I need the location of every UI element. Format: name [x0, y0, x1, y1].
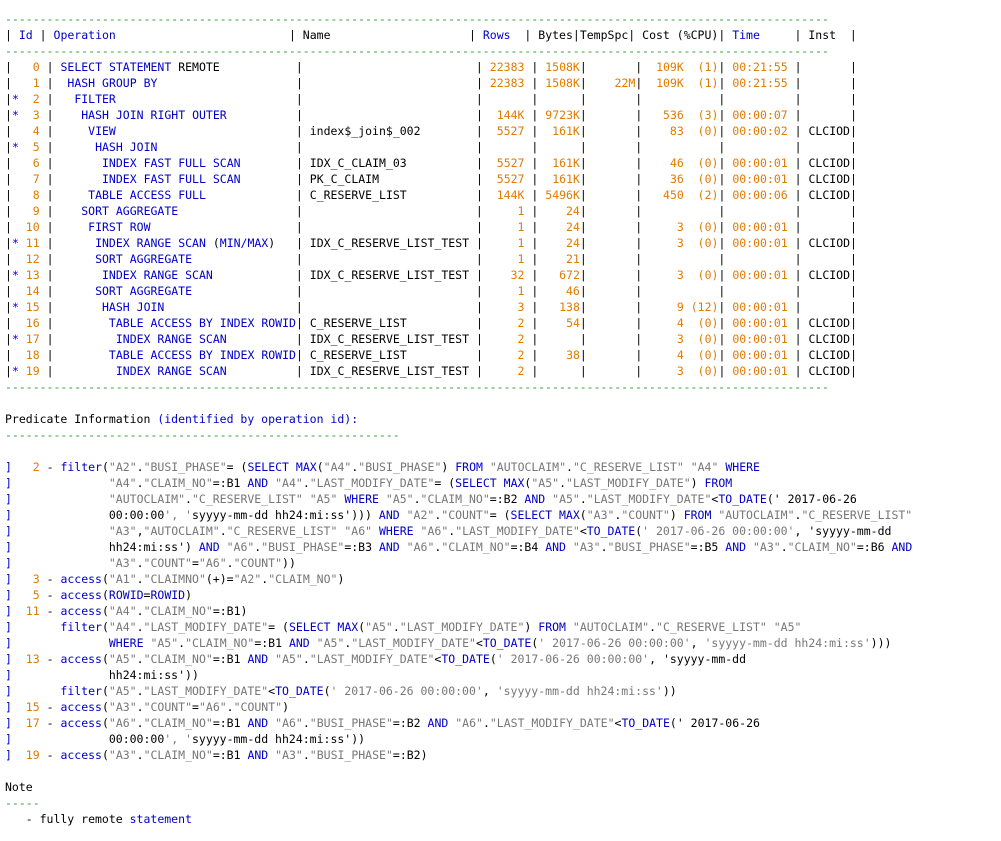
plan-header-row: | Id | Operation | Name | Rows | Bytes|T…: [5, 28, 857, 42]
predicate-line: ] hh24:mi:ss')): [5, 668, 199, 682]
note-underline: -----: [5, 796, 40, 810]
plan-row: |* 15 | HASH JOIN | | 3 | 138| | 9 (12)|…: [5, 300, 857, 314]
plan-row: | 6 | INDEX FAST FULL SCAN | IDX_C_CLAIM…: [5, 156, 857, 170]
predicate-title: Predicate Information (identified by ope…: [5, 412, 359, 426]
predicate-line: ] 15 - access("A3"."COUNT"="A6"."COUNT"): [5, 700, 290, 714]
plan-row: |* 13 | INDEX RANGE SCAN | IDX_C_RESERVE…: [5, 268, 857, 282]
plan-row: | 8 | TABLE ACCESS FULL | C_RESERVE_LIST…: [5, 188, 857, 202]
plan-row: | 9 | SORT AGGREGATE | | 1 | 24| | | | |: [5, 204, 857, 218]
predicate-line: ] 5 - access(ROWID=ROWID): [5, 588, 193, 602]
plan-separator-bottom: ----------------------------------------…: [5, 380, 829, 394]
plan-row: | 18 | TABLE ACCESS BY INDEX ROWID| C_RE…: [5, 348, 857, 362]
note-title: Note: [5, 780, 33, 794]
predicate-line: ] WHERE "A5"."CLAIM_NO"=:B1 AND "A5"."LA…: [5, 636, 892, 650]
plan-separator-header: ----------------------------------------…: [5, 44, 829, 58]
predicate-line: ] filter("A4"."LAST_MODIFY_DATE"= (SELEC…: [5, 620, 802, 634]
plan-row: | 0 | SELECT STATEMENT REMOTE | | 22383 …: [5, 60, 857, 74]
plan-row: | 1 | HASH GROUP BY | | 22383 | 1508K| 2…: [5, 76, 857, 90]
plan-row: | 14 | SORT AGGREGATE | | 1 | 46| | | | …: [5, 284, 857, 298]
predicate-line: ] "A3","AUTOCLAIM"."C_RESERVE_LIST" "A6"…: [5, 524, 892, 538]
predicate-line: ] "AUTOCLAIM"."C_RESERVE_LIST" "A5" WHER…: [5, 492, 857, 506]
predicate-line: ] filter("A5"."LAST_MODIFY_DATE"<TO_DATE…: [5, 684, 677, 698]
plan-row: |* 19 | INDEX RANGE SCAN | IDX_C_RESERVE…: [5, 364, 857, 378]
predicate-line: ] 00:00:00', 'syyyy-mm-dd hh24:mi:ss')))…: [5, 508, 913, 522]
predicate-line: ] 13 - access("A5"."CLAIM_NO"=:B1 AND "A…: [5, 652, 747, 666]
note-text: - fully remote statement: [5, 812, 192, 826]
predicate-underline: ----------------------------------------…: [5, 428, 400, 442]
plan-row: |* 3 | HASH JOIN RIGHT OUTER | | 144K | …: [5, 108, 857, 122]
predicate-line: ] 00:00:00', 'syyyy-mm-dd hh24:mi:ss')): [5, 732, 366, 746]
plan-row: | 4 | VIEW | index$_join$_002 | 5527 | 1…: [5, 124, 857, 138]
predicate-line: ] hh24:mi:ss') AND "A6"."BUSI_PHASE"=:B3…: [5, 540, 913, 554]
plan-row: | 16 | TABLE ACCESS BY INDEX ROWID| C_RE…: [5, 316, 857, 330]
predicate-line: ] 11 - access("A4"."CLAIM_NO"=:B1): [5, 604, 248, 618]
plan-row: | 7 | INDEX FAST FULL SCAN | PK_C_CLAIM …: [5, 172, 857, 186]
plan-separator-top: ----------------------------------------…: [5, 12, 829, 26]
predicate-line: ] 2 - filter("A2"."BUSI_PHASE"= (SELECT …: [5, 460, 760, 474]
plan-row: |* 2 | FILTER | | | | | | | |: [5, 92, 857, 106]
predicate-line: ] "A3"."COUNT"="A6"."COUNT")): [5, 556, 296, 570]
plan-row: |* 11 | INDEX RANGE SCAN (MIN/MAX) | IDX…: [5, 236, 857, 250]
predicate-line: ] 19 - access("A3"."CLAIM_NO"=:B1 AND "A…: [5, 748, 428, 762]
predicate-line: ] 3 - access("A1"."CLAIMNO"(+)="A2"."CLA…: [5, 572, 345, 586]
plan-row: |* 5 | HASH JOIN | | | | | | | |: [5, 140, 857, 154]
predicate-line: ] 17 - access("A6"."CLAIM_NO"=:B1 AND "A…: [5, 716, 760, 730]
predicate-line: ] "A4"."CLAIM_NO"=:B1 AND "A4"."LAST_MOD…: [5, 476, 733, 490]
plan-row: |* 17 | INDEX RANGE SCAN | IDX_C_RESERVE…: [5, 332, 857, 346]
plan-row: | 10 | FIRST ROW | | 1 | 24| | 3 (0)| 00…: [5, 220, 857, 234]
plan-row: | 12 | SORT AGGREGATE | | 1 | 21| | | | …: [5, 252, 857, 266]
